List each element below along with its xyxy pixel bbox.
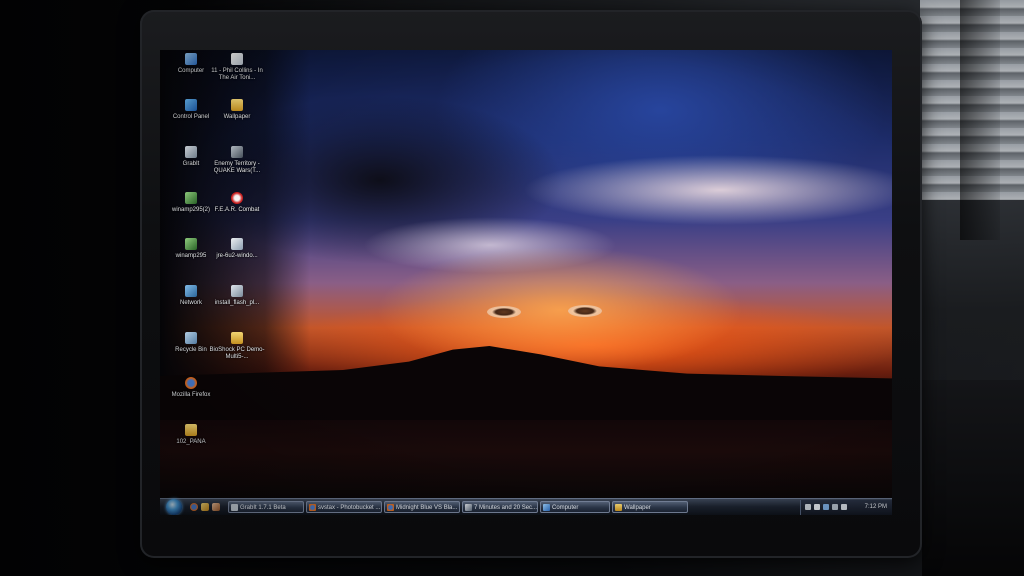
taskbar-button-grabit[interactable]: GrabIt 1.7.1 Beta xyxy=(228,501,304,513)
tray-arrow-icon[interactable] xyxy=(805,504,811,510)
grabit-icon xyxy=(185,146,197,158)
desktop-icon-label: Recycle Bin xyxy=(175,347,207,353)
desktop-icon-label: 11 - Phil Collins - In The Air Toni... xyxy=(211,68,263,81)
computer-icon xyxy=(543,504,550,511)
tray-volume-icon[interactable] xyxy=(832,504,838,510)
desktop-icon-label: Mozilla Firefox xyxy=(171,392,211,398)
desktop-icon-102-pana[interactable]: 102_PANA xyxy=(162,424,220,446)
desktop-icon-label: winamp295(2) xyxy=(171,207,211,213)
winamp-icon xyxy=(185,192,197,204)
installer-icon xyxy=(231,285,243,297)
desktop-icon-label: install_flash_pl... xyxy=(214,300,260,306)
desktop-icon-label: 102_PANA xyxy=(176,439,206,445)
desktop-icon-phil-collins[interactable]: 11 - Phil Collins - In The Air Toni... xyxy=(208,53,266,82)
taskbar-button-label: Computer xyxy=(552,505,579,511)
taskbar-button-label: Midnight Blue VS Bla... xyxy=(396,505,458,511)
start-button[interactable] xyxy=(166,499,182,515)
desktop-icon-firefox[interactable]: Mozilla Firefox xyxy=(162,377,220,399)
winamp-icon xyxy=(185,238,197,250)
desktop-icon-label: Wallpaper xyxy=(223,114,251,120)
tray-network-icon[interactable] xyxy=(823,504,829,510)
taskbar-button-wallpaper[interactable]: Wallpaper xyxy=(612,501,688,513)
media-icon xyxy=(465,504,472,511)
tray-app-icon[interactable] xyxy=(814,504,820,510)
taskbar-button-computer[interactable]: Computer xyxy=(540,501,610,513)
quick-launch-firefox-icon[interactable] xyxy=(190,503,198,511)
folder-icon xyxy=(185,424,197,436)
network-icon xyxy=(185,285,197,297)
taskbar-button-midnight-blue[interactable]: Midnight Blue VS Bla... xyxy=(384,501,460,513)
tray-speaker-icon[interactable] xyxy=(841,504,847,510)
desktop-icon-label: winamp295 xyxy=(175,253,207,259)
folder-icon xyxy=(231,332,243,344)
desktop-icon-label: Control Panel xyxy=(172,114,210,120)
desktop-icon-label: Enemy Territory - QUAKE Wars(T... xyxy=(213,161,261,174)
blinds-shadow xyxy=(960,0,1000,240)
desktop-icon-label: F.E.A.R. Combat xyxy=(214,207,260,213)
computer-icon xyxy=(185,53,197,65)
firefox-icon xyxy=(387,504,394,511)
desktop-icon-bioshock[interactable]: BioShock PC Demo-Multi5-... xyxy=(208,332,266,361)
quick-launch-media-icon[interactable] xyxy=(212,503,220,511)
java-installer-icon xyxy=(231,238,243,250)
desktop-icon-jre[interactable]: jre-6u2-windo... xyxy=(208,238,266,260)
taskbar-button-photobucket[interactable]: svstax - Photobucket ... xyxy=(306,501,382,513)
wallpaper-water xyxy=(160,420,892,498)
taskbar: GrabIt 1.7.1 Beta svstax - Photobucket .… xyxy=(160,498,892,515)
quick-launch-folder-icon[interactable] xyxy=(201,503,209,511)
system-tray: 7:12 PM xyxy=(800,500,892,515)
recycle-bin-icon xyxy=(185,332,197,344)
grabit-icon xyxy=(231,504,238,511)
taskbar-button-label: Wallpaper xyxy=(624,505,651,511)
wallpaper-left-eye xyxy=(487,306,521,318)
desktop-icon-fear-combat[interactable]: F.E.A.R. Combat xyxy=(208,192,266,214)
monitor-screen: Computer Control Panel GrabIt winamp295(… xyxy=(160,50,892,515)
firefox-icon xyxy=(309,504,316,511)
desktop-icon-label: Network xyxy=(179,300,202,306)
wallpaper-right-eye xyxy=(568,305,602,317)
taskbar-button-label: GrabIt 1.7.1 Beta xyxy=(240,505,286,511)
taskbar-button-label: 7 Minutes and 20 Sec... xyxy=(474,505,538,511)
control-panel-icon xyxy=(185,99,197,111)
firefox-icon xyxy=(185,377,197,389)
desktop-icon-label: Computer xyxy=(177,68,205,74)
desktop-icon-label: jre-6u2-windo... xyxy=(216,253,258,259)
desktop-icon-label: BioShock PC Demo-Multi5-... xyxy=(209,347,265,360)
document-icon xyxy=(231,53,243,65)
folder-icon xyxy=(231,99,243,111)
desktop-icon-label: GrabIt xyxy=(182,161,200,167)
taskbar-clock[interactable]: 7:12 PM xyxy=(865,500,887,515)
taskbar-button-label: svstax - Photobucket ... xyxy=(318,505,381,511)
taskbar-button-7-minutes[interactable]: 7 Minutes and 20 Sec... xyxy=(462,501,538,513)
desk-object xyxy=(922,380,1024,576)
game-icon xyxy=(231,146,243,158)
fear-icon xyxy=(231,192,243,204)
desktop-icon-wallpaper[interactable]: Wallpaper xyxy=(208,99,266,121)
folder-icon xyxy=(615,504,622,511)
desktop-icon-install-flash[interactable]: install_flash_pl... xyxy=(208,285,266,307)
desktop-icon-enemy-territory[interactable]: Enemy Territory - QUAKE Wars(T... xyxy=(208,146,266,175)
